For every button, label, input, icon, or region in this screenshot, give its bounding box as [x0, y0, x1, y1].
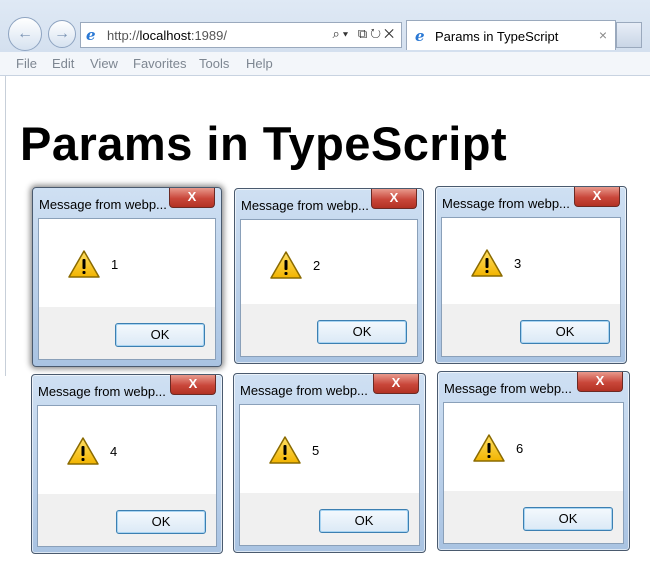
ie-page-icon: e	[86, 26, 96, 44]
back-arrow-icon: ←	[17, 25, 33, 42]
dialog-title: Message from webp...	[241, 198, 369, 213]
browser-chrome: ← → e http://localhost:1989/ ⌕▾ ⧉↻✕ e Pa…	[0, 0, 650, 76]
ok-button[interactable]: OK	[520, 320, 610, 344]
dialog-body: 3 OK	[441, 217, 621, 357]
dialog-message: 3	[514, 256, 522, 271]
menu-tools[interactable]: Tools	[199, 56, 229, 71]
menu-edit[interactable]: Edit	[52, 56, 74, 71]
tab-close-icon[interactable]: ×	[599, 27, 607, 43]
address-tools[interactable]: ⌕▾ ⧉↻✕	[333, 26, 398, 42]
new-tab-button[interactable]	[616, 22, 642, 48]
forward-button[interactable]: →	[48, 20, 76, 48]
dialog-title: Message from webp...	[442, 196, 570, 211]
close-icon: X	[391, 375, 401, 390]
ie-tab-icon: e	[415, 27, 425, 45]
warning-icon	[67, 437, 99, 465]
dialog-body: 6 OK	[443, 402, 624, 544]
alert-dialog-3: Message from webp... X 3 OK	[435, 186, 627, 364]
dialog-body: 4 OK	[37, 405, 217, 547]
ok-button[interactable]: OK	[319, 509, 409, 533]
ok-button[interactable]: OK	[317, 320, 407, 344]
alert-dialog-4: Message from webp... X 4 OK	[31, 374, 223, 554]
address-bar[interactable]: e http://localhost:1989/ ⌕▾ ⧉↻✕	[80, 22, 402, 48]
forward-arrow-icon: →	[54, 25, 70, 42]
menu-bar: File Edit View Favorites Tools Help	[0, 52, 650, 76]
dialog-body: 5 OK	[239, 404, 420, 546]
dialog-close-button[interactable]: X	[371, 189, 417, 209]
alert-dialog-5: Message from webp... X 5 OK	[233, 373, 426, 553]
dialog-title: Message from webp...	[240, 383, 368, 398]
back-button[interactable]: ←	[8, 17, 42, 51]
dialog-body: 2 OK	[240, 219, 418, 357]
menu-favorites[interactable]: Favorites	[133, 56, 186, 71]
page-title: Params in TypeScript	[20, 117, 508, 170]
dialog-message: 2	[313, 258, 321, 273]
content-border	[5, 76, 6, 376]
dialog-message: 6	[516, 441, 524, 456]
warning-icon	[473, 434, 505, 462]
warning-icon	[68, 250, 100, 278]
dialog-title: Message from webp...	[39, 197, 167, 212]
alert-dialog-2: Message from webp... X 2 OK	[234, 188, 424, 364]
dialog-message: 5	[312, 443, 320, 458]
dialog-close-button[interactable]: X	[574, 187, 620, 207]
tab-params-in-typescript[interactable]: e Params in TypeScript ×	[406, 20, 616, 50]
menu-help[interactable]: Help	[246, 56, 273, 71]
dialog-close-button[interactable]: X	[170, 375, 216, 395]
warning-icon	[471, 249, 503, 277]
warning-icon	[270, 251, 302, 279]
dialog-close-button[interactable]: X	[577, 372, 623, 392]
alert-dialog-6: Message from webp... X 6 OK	[437, 371, 630, 551]
dialog-message: 4	[110, 444, 118, 459]
dialog-title: Message from webp...	[444, 381, 572, 396]
url-text[interactable]: http://localhost:1989/	[107, 28, 227, 43]
dialog-body: 1 OK	[38, 218, 216, 360]
ok-button[interactable]: OK	[115, 323, 205, 347]
dialog-title: Message from webp...	[38, 384, 166, 399]
ok-button[interactable]: OK	[116, 510, 206, 534]
ok-button[interactable]: OK	[523, 507, 613, 531]
close-icon: X	[188, 376, 198, 391]
menu-file[interactable]: File	[16, 56, 37, 71]
warning-icon	[269, 436, 301, 464]
close-icon: X	[187, 189, 197, 204]
dialog-message: 1	[111, 257, 119, 272]
close-icon: X	[592, 188, 602, 203]
tab-title: Params in TypeScript	[435, 29, 559, 44]
dialog-close-button[interactable]: X	[169, 188, 215, 208]
dialog-close-button[interactable]: X	[373, 374, 419, 394]
close-icon: X	[595, 373, 605, 388]
close-icon: X	[389, 190, 399, 205]
menu-view[interactable]: View	[90, 56, 118, 71]
alert-dialog-1: Message from webp... X 1 OK	[32, 187, 222, 367]
